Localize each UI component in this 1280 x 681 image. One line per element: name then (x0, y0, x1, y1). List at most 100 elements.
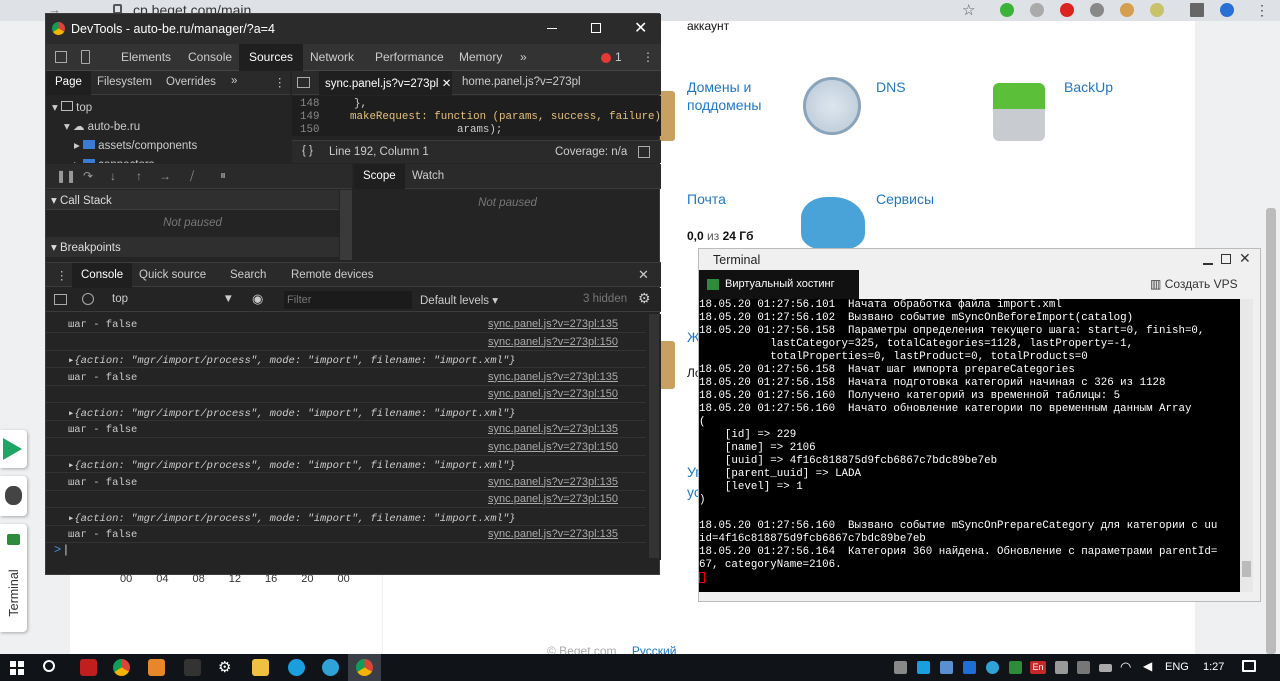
settings-taskbar-icon[interactable]: ⚙ (218, 658, 231, 676)
breakpoints-header[interactable]: ▾ Breakpoints (46, 237, 339, 257)
terminal-dock-button[interactable]: Terminal (0, 524, 27, 632)
log-levels-select[interactable]: Default levels ▾ (420, 293, 498, 307)
tab-console[interactable]: Console (188, 50, 232, 64)
explorer-icon[interactable] (252, 659, 269, 676)
star-icon[interactable]: ☆ (962, 1, 975, 19)
console-source-link[interactable]: sync.panel.js?v=273pl:150 (488, 441, 618, 453)
drawer-tab-console[interactable]: Console (72, 263, 133, 288)
pretty-print-icon[interactable]: { } (302, 145, 313, 157)
terminal-close-icon[interactable]: ✕ (1239, 250, 1251, 267)
toggle-navigator-icon[interactable] (297, 77, 310, 88)
chrome-active-icon[interactable] (356, 659, 373, 676)
skype-icon[interactable] (288, 659, 305, 676)
terminal-minimize-icon[interactable] (1203, 257, 1213, 265)
console-source-link[interactable]: sync.panel.js?v=273pl:135 (488, 423, 618, 435)
drawer-tab-quick-source[interactable]: Quick source (139, 269, 206, 281)
console-message[interactable]: ▸{action: "mgr/import/process", mode: "i… (46, 509, 646, 526)
clear-console-icon[interactable] (82, 293, 94, 305)
extension-cookie-icon[interactable] (1120, 3, 1134, 17)
extension-red-icon[interactable] (1060, 3, 1074, 17)
battery-icon[interactable] (1099, 664, 1112, 672)
scrollbar[interactable] (1266, 208, 1276, 654)
sidebar-scrollbar[interactable] (340, 190, 352, 260)
volume-icon[interactable]: ◀ (1143, 659, 1152, 673)
inspect-icon[interactable] (55, 51, 67, 63)
windows-start-icon[interactable] (10, 661, 24, 675)
file-tab-home[interactable]: home.panel.js?v=273pl (462, 76, 581, 88)
coverage-toggle-icon[interactable] (638, 146, 650, 158)
service-dns[interactable]: DNS (876, 78, 906, 96)
service-services[interactable]: Сервисы (876, 190, 934, 208)
filezilla-icon[interactable] (80, 659, 97, 676)
notifications-icon[interactable] (1242, 660, 1256, 672)
extension-shield-icon[interactable] (1090, 3, 1104, 17)
apple-button[interactable] (0, 476, 27, 516)
clock[interactable]: 1:27 (1203, 661, 1224, 673)
sidebar-toggle-icon[interactable] (54, 294, 67, 305)
call-stack-header[interactable]: ▾ Call Stack (46, 190, 339, 210)
deactivate-breakpoints-icon[interactable]: ⧸ (190, 169, 194, 184)
tray-app-4-icon[interactable] (1055, 661, 1068, 674)
tree-folder-components[interactable]: ▸ assets/components (74, 138, 197, 152)
nav-menu-icon[interactable]: ⋮ (274, 75, 286, 89)
minimize-icon[interactable] (547, 28, 557, 29)
drawer-tab-search[interactable]: Search (230, 269, 266, 281)
create-vps-button[interactable]: ▥ Создать VPS (1150, 277, 1238, 291)
scroll-thumb[interactable] (1242, 561, 1251, 577)
terminal-scrollbar[interactable] (1240, 299, 1253, 592)
bluetooth-icon[interactable] (963, 661, 976, 674)
pause-on-exceptions-icon[interactable]: ⏸ (220, 168, 226, 183)
code-editor[interactable]: 148}, 149 makeRequest: function (params, … (292, 96, 661, 136)
step-icon[interactable]: → (159, 169, 171, 183)
terminal-tab[interactable]: Виртуальный хостинг (699, 270, 859, 299)
tab-scope[interactable]: Scope (354, 164, 405, 189)
keyboard-lang-badge[interactable]: En (1030, 661, 1046, 674)
extension-blue-icon[interactable] (1220, 3, 1234, 17)
telegram-icon[interactable] (322, 659, 339, 676)
service-domains[interactable]: Домены и поддомены (687, 78, 777, 114)
app-dark-icon[interactable] (184, 659, 201, 676)
tray-app-5-icon[interactable] (1077, 661, 1090, 674)
google-play-button[interactable] (0, 430, 27, 468)
devtools-menu-icon[interactable]: ⋮ (642, 50, 654, 64)
extension-list-icon[interactable] (1190, 3, 1204, 17)
close-icon[interactable]: ✕ (634, 18, 647, 38)
tree-domain[interactable]: ▾ ☁ auto-be.ru (64, 119, 140, 133)
tab-watch[interactable]: Watch (412, 170, 444, 182)
tray-app-3-icon[interactable] (940, 661, 953, 674)
language-indicator[interactable]: ENG (1165, 661, 1189, 673)
extension-bulb-icon[interactable] (1150, 3, 1164, 17)
pause-icon[interactable]: ❚❚ (56, 169, 76, 183)
tab-memory[interactable]: Memory (459, 50, 502, 64)
tab-network[interactable]: Network (310, 50, 354, 64)
console-scrollbar[interactable] (649, 314, 659, 558)
service-backup[interactable]: BackUp (1064, 78, 1113, 96)
file-tab-close-icon[interactable]: ✕ (442, 78, 452, 90)
step-out-icon[interactable]: ↑ (136, 169, 142, 183)
nav-tab-filesystem[interactable]: Filesystem (97, 76, 152, 88)
terminal-maximize-icon[interactable] (1221, 254, 1231, 264)
tray-telegram-icon[interactable] (986, 661, 999, 674)
console-source-link[interactable]: sync.panel.js?v=273pl:150 (488, 336, 618, 348)
eye-icon[interactable]: ◉ (252, 291, 263, 307)
drawer-close-icon[interactable]: ✕ (638, 267, 649, 283)
drawer-tab-remote-devices[interactable]: Remote devices (291, 269, 373, 281)
console-prompt[interactable]: > | (54, 542, 67, 556)
service-mail[interactable]: Почта (687, 190, 726, 208)
extension-gray-icon[interactable] (1030, 3, 1044, 17)
nav-tab-overrides[interactable]: Overrides (166, 76, 216, 88)
maximize-icon[interactable] (591, 23, 601, 33)
file-tab-sync[interactable]: sync.panel.js?v=273pl ✕ (319, 71, 452, 95)
settings-icon[interactable]: ⚙ (638, 290, 651, 307)
console-source-link[interactable]: sync.panel.js?v=273pl:135 (488, 476, 618, 488)
context-select[interactable]: top ▼ (112, 293, 234, 305)
tab-sources[interactable]: Sources (239, 44, 304, 71)
tab-elements[interactable]: Elements (121, 50, 171, 64)
step-over-icon[interactable]: ↷ (83, 169, 93, 183)
menu-icon[interactable]: ⋮ (1255, 2, 1269, 19)
error-count[interactable]: 1 (615, 50, 622, 64)
console-source-link[interactable]: sync.panel.js?v=273pl:135 (488, 318, 618, 330)
tray-green-icon[interactable] (1009, 661, 1022, 674)
step-into-icon[interactable]: ↓ (110, 169, 116, 183)
console-source-link[interactable]: sync.panel.js?v=273pl:150 (488, 493, 618, 505)
